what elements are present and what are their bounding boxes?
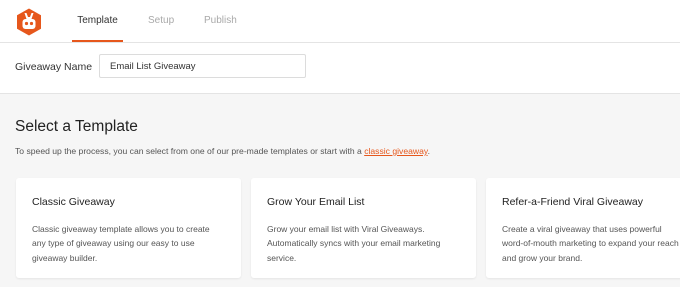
template-card-grow-email-list[interactable]: Grow Your Email List Grow your email lis… (251, 178, 476, 278)
template-card-title: Refer-a-Friend Viral Giveaway (502, 196, 644, 208)
top-navigation: Template Setup Publish (0, 0, 680, 43)
giveaway-name-input[interactable] (99, 54, 306, 78)
intro-text-end: . (427, 146, 430, 156)
template-card-description: Grow your email list with Viral Giveaway… (267, 224, 441, 263)
page-title: Select a Template (15, 118, 138, 135)
rabbit-robot-icon[interactable] (14, 7, 44, 37)
template-card-classic-giveaway[interactable]: Classic Giveaway Classic giveaway templa… (16, 178, 241, 278)
intro-text-body: To speed up the process, you can select … (15, 146, 362, 156)
template-card-refer-a-friend[interactable]: Refer-a-Friend Viral Giveaway Create a v… (486, 178, 680, 278)
template-card-description: Classic giveaway template allows you to … (32, 224, 210, 263)
tab-setup[interactable]: Setup (148, 0, 174, 42)
classic-giveaway-link[interactable]: classic giveaway (364, 146, 427, 156)
template-card-title: Classic Giveaway (32, 196, 115, 208)
giveaway-name-bar: Giveaway Name (0, 43, 680, 94)
template-card-description: Create a viral giveaway that uses powerf… (502, 224, 679, 263)
tab-publish[interactable]: Publish (204, 0, 237, 42)
template-card-title: Grow Your Email List (267, 196, 365, 208)
intro-text: To speed up the process, you can select … (15, 146, 430, 156)
tab-template[interactable]: Template (72, 0, 123, 42)
giveaway-name-label: Giveaway Name (15, 61, 93, 73)
